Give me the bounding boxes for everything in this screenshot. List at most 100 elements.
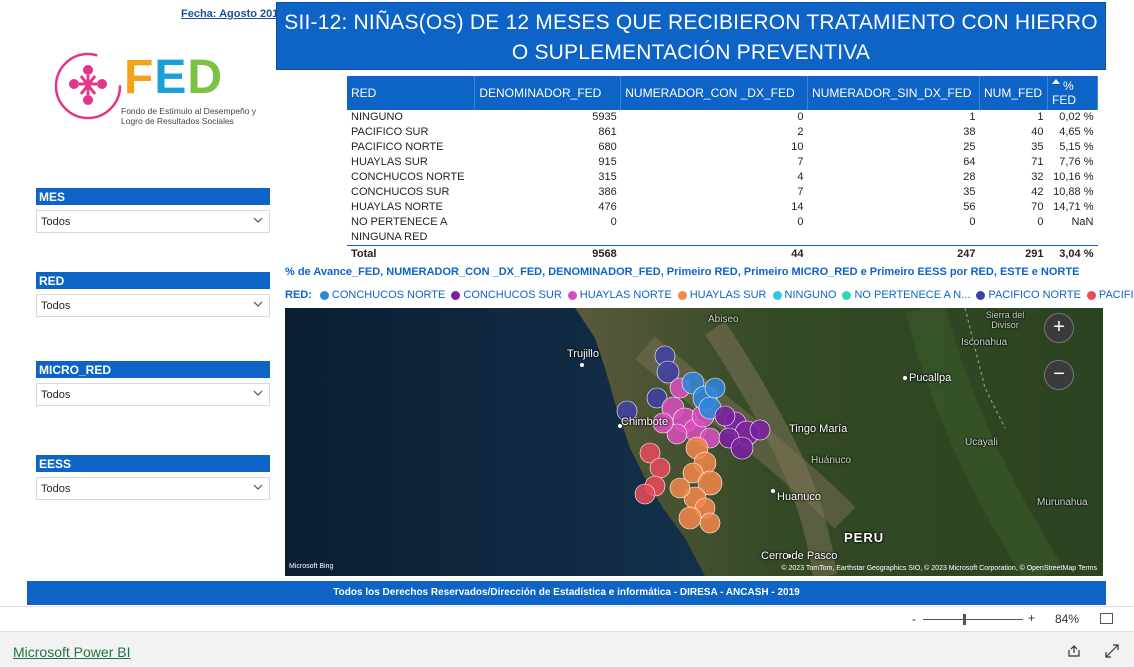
powerbi-link[interactable]: Microsoft Power BI bbox=[13, 644, 130, 660]
legend-item-ninguno[interactable]: NINGUNO bbox=[772, 289, 836, 301]
map-attribution[interactable]: © 2023 TomTom, Earthstar Geographics SIO… bbox=[781, 565, 1097, 572]
cell-red: CONCHUCOS NORTE bbox=[351, 171, 465, 183]
table-row[interactable]: HUAYLAS NORTE 476 14 56 70 14,71 % bbox=[347, 200, 1098, 215]
cell-numerador-sin-dx: 56 bbox=[963, 201, 976, 213]
cell-num-fed: 32 bbox=[1031, 171, 1044, 183]
cell-denominador: 5935 bbox=[592, 111, 617, 123]
bubble-conchucos-norte bbox=[704, 377, 726, 399]
place-trujillo: Trujillo bbox=[567, 348, 599, 360]
bubble-huaylas-sur bbox=[678, 506, 702, 530]
slicer-red-dropdown[interactable]: Todos bbox=[36, 294, 270, 317]
legend-item-huaylas-norte[interactable]: HUAYLAS NORTE bbox=[567, 289, 672, 301]
place-tingo-maria: Tingo María bbox=[789, 423, 848, 435]
zoom-slider-thumb[interactable] bbox=[963, 614, 966, 625]
cell-num-fed: 40 bbox=[1031, 126, 1044, 138]
col-header-numerador-sin-dx[interactable]: NUMERADOR_SIN_DX_FED bbox=[807, 76, 981, 110]
total-numerador-sin-dx: 247 bbox=[807, 245, 980, 264]
fed-subtitle: Fondo de Estímulo al Desempeño y Logro d… bbox=[121, 106, 291, 126]
slicer-micro-red-label: MICRO_RED bbox=[36, 361, 270, 378]
cell-numerador-sin-dx: 25 bbox=[963, 141, 976, 153]
slicer-mes-dropdown[interactable]: Todos bbox=[36, 210, 270, 233]
chevron-down-icon bbox=[253, 217, 263, 223]
table-row[interactable]: CONCHUCOS NORTE 315 4 28 32 10,16 % bbox=[347, 170, 1098, 185]
zoom-in-button[interactable]: + bbox=[1028, 611, 1035, 625]
bubble-map[interactable]: Trujillo Chimbote Tingo María Huánuco Hu… bbox=[285, 308, 1103, 576]
col-header-pct-fed[interactable]: % FED bbox=[1047, 76, 1098, 110]
cell-denominador: 915 bbox=[598, 156, 617, 168]
chevron-down-icon bbox=[253, 301, 263, 307]
cell-num-fed: 70 bbox=[1031, 201, 1044, 213]
map-zoom-in-button[interactable]: + bbox=[1044, 313, 1074, 343]
place-pucallpa: Pucallpa bbox=[909, 372, 952, 384]
slicer-eess-value: Todos bbox=[41, 483, 71, 495]
slicer-red: RED Todos bbox=[36, 272, 270, 317]
cell-numerador-sin-dx: 64 bbox=[963, 156, 976, 168]
legend-item-label: PACIFICO NORTE bbox=[988, 289, 1081, 301]
legend-item-label: HUAYLAS NORTE bbox=[579, 289, 672, 301]
col-header-num-fed[interactable]: NUM_FED bbox=[979, 76, 1048, 110]
slicer-red-label: RED bbox=[36, 272, 270, 289]
table-row[interactable]: PACIFICO NORTE 680 10 25 35 5,15 % bbox=[347, 140, 1098, 155]
legend-dot bbox=[772, 290, 782, 300]
cell-red: CONCHUCOS SUR bbox=[351, 186, 450, 198]
table-row[interactable]: NO PERTENECE A NINGUNA RED 0 0 0 0 NaN bbox=[347, 215, 1098, 246]
bubble-pacifico-sur bbox=[649, 457, 671, 479]
zoom-slider-track[interactable] bbox=[923, 619, 1023, 620]
cell-numerador-sin-dx: 38 bbox=[963, 126, 976, 138]
cell-num-fed: 71 bbox=[1031, 156, 1044, 168]
slicer-eess-dropdown[interactable]: Todos bbox=[36, 477, 270, 500]
table-row[interactable]: HUAYLAS SUR 915 7 64 71 7,76 % bbox=[347, 155, 1098, 170]
legend-item-conchucos-sur[interactable]: CONCHUCOS SUR bbox=[451, 289, 562, 301]
zoom-out-button[interactable]: - bbox=[912, 612, 916, 626]
table-row[interactable]: PACIFICO SUR 861 2 38 40 4,65 % bbox=[347, 125, 1098, 140]
place-huanuco: Huanuco bbox=[777, 491, 822, 503]
date-label[interactable]: Fecha: Agosto 2019 bbox=[181, 8, 285, 20]
legend-item-conchucos-norte[interactable]: CONCHUCOS NORTE bbox=[319, 289, 446, 301]
city-dot-pucallpa bbox=[903, 376, 907, 380]
cell-num-fed: 0 bbox=[1037, 216, 1044, 228]
slicer-mes: MES Todos bbox=[36, 188, 270, 233]
legend-item-pacifico-sur[interactable]: PACIFICO SUR bbox=[1086, 289, 1134, 301]
map-zoom-out-button[interactable]: − bbox=[1044, 360, 1074, 390]
bubble-conchucos-sur bbox=[730, 436, 754, 460]
table-row[interactable]: CONCHUCOS SUR 386 7 35 42 10,88 % bbox=[347, 185, 1098, 200]
bubble-pacifico-sur bbox=[634, 483, 656, 505]
cell-numerador-con-dx: 7 bbox=[797, 156, 804, 168]
place-chimbote: Chimbote bbox=[621, 416, 669, 428]
cell-pct-fed: 10,88 % bbox=[1053, 186, 1094, 198]
legend-item-label: CONCHUCOS NORTE bbox=[331, 289, 446, 301]
cell-numerador-con-dx: 0 bbox=[797, 216, 804, 228]
legend-item-pacifico-norte[interactable]: PACIFICO NORTE bbox=[976, 289, 1081, 301]
cell-red: HUAYLAS NORTE bbox=[351, 201, 443, 213]
table-row[interactable]: NINGUNO 5935 0 1 1 0,02 % bbox=[347, 110, 1098, 125]
slicer-red-value: Todos bbox=[41, 300, 71, 312]
title-line-2: O SUPLEMENTACIÓN PREVENTIVA bbox=[511, 41, 871, 64]
cell-red: NINGUNO bbox=[351, 111, 403, 123]
legend-item-no-pertenece[interactable]: NO PERTENECE A N... bbox=[842, 289, 970, 301]
total-num-fed: 291 bbox=[979, 245, 1048, 264]
fed-logo-icon bbox=[54, 52, 122, 120]
zoom-level: 84% bbox=[1055, 612, 1080, 626]
bubble-conchucos-sur bbox=[714, 405, 736, 427]
cell-numerador-con-dx: 14 bbox=[791, 201, 804, 213]
cell-numerador-sin-dx: 28 bbox=[963, 171, 976, 183]
city-dot-huanuco bbox=[771, 489, 775, 493]
legend-item-huaylas-sur[interactable]: HUAYLAS SUR bbox=[677, 289, 767, 301]
cell-numerador-con-dx: 2 bbox=[797, 126, 804, 138]
legend-dot bbox=[677, 290, 687, 300]
cell-pct-fed: 7,76 % bbox=[1059, 156, 1094, 168]
col-header-red[interactable]: RED bbox=[347, 76, 476, 110]
slicer-micro-red-dropdown[interactable]: Todos bbox=[36, 383, 270, 406]
fit-to-page-icon[interactable] bbox=[1100, 613, 1113, 624]
col-header-numerador-con-dx[interactable]: NUMERADOR_CON _DX_FED bbox=[620, 76, 809, 110]
cell-num-fed: 42 bbox=[1031, 186, 1044, 198]
map-title: % de Avance_FED, NUMERADOR_CON _DX_FED, … bbox=[285, 266, 1080, 278]
cell-red: NO PERTENECE A NINGUNA RED bbox=[347, 215, 475, 246]
legend-item-label: NO PERTENECE A N... bbox=[854, 289, 971, 301]
fullscreen-icon[interactable] bbox=[1105, 644, 1119, 658]
report-title: SII-12: NIÑAS(OS) DE 12 MESES QUE RECIBI… bbox=[276, 2, 1106, 70]
share-icon[interactable] bbox=[1067, 644, 1081, 658]
legend-item-label: PACIFICO SUR bbox=[1098, 289, 1134, 301]
col-header-denominador[interactable]: DENOMINADOR_FED bbox=[474, 76, 622, 110]
cell-red-line-2: NINGUNA RED bbox=[351, 231, 428, 243]
